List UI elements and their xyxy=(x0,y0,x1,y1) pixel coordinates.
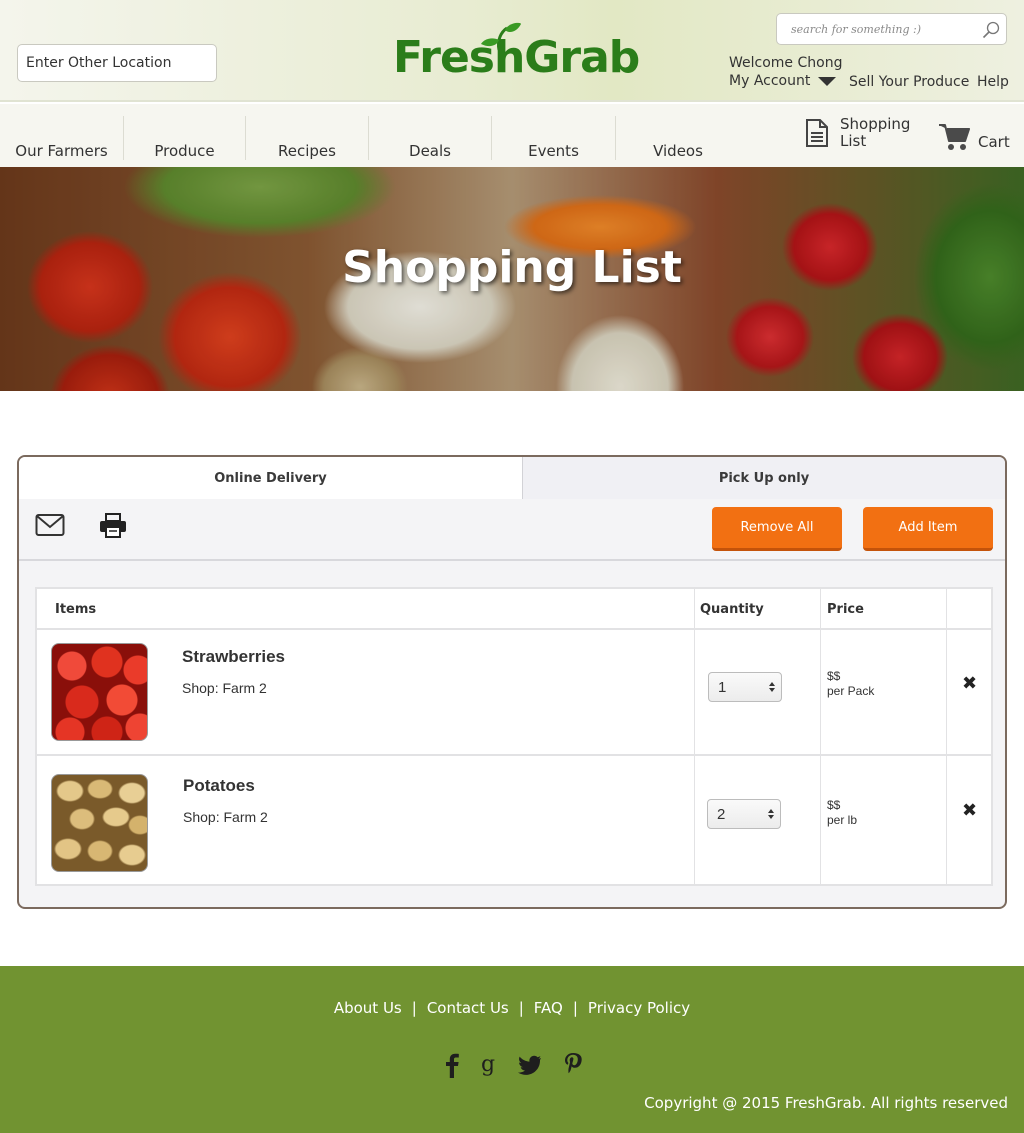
add-item-button[interactable]: Add Item xyxy=(863,507,993,551)
leaf-icon xyxy=(481,22,521,51)
row-divider xyxy=(37,628,991,630)
copyright-text: Copyright @ 2015 FreshGrab. All rights r… xyxy=(644,1094,1008,1112)
quantity-input[interactable] xyxy=(709,673,765,701)
freshgrab-logo[interactable]: FreshGrab xyxy=(393,22,640,90)
printer-icon[interactable] xyxy=(99,513,127,539)
arrow-up-icon[interactable] xyxy=(769,682,775,686)
column-header-items: Items xyxy=(55,601,97,617)
nav-item-videos[interactable]: Videos xyxy=(616,118,740,162)
item-shop: Shop: Farm 2 xyxy=(183,809,268,825)
quantity-stepper[interactable] xyxy=(708,672,782,702)
column-divider xyxy=(946,589,947,884)
shopping-list-table: Items Quantity Price Strawberries Shop: … xyxy=(35,587,993,886)
column-header-price: Price xyxy=(827,601,864,617)
shopping-list-label: Shopping List xyxy=(840,115,911,150)
remove-item-icon[interactable]: ✖ xyxy=(962,673,977,694)
contact-us-link[interactable]: Contact Us xyxy=(427,999,509,1017)
shopping-list-link[interactable]: Shopping List xyxy=(804,116,910,150)
stepper-arrows[interactable] xyxy=(765,682,779,692)
footer-links: About Us | Contact Us | FAQ | Privacy Policy xyxy=(0,999,1024,1017)
cart-label: Cart xyxy=(978,133,1010,151)
search-box xyxy=(776,13,1007,45)
strawberries-thumbnail xyxy=(51,643,148,741)
nav-item-deals[interactable]: Deals xyxy=(369,118,491,162)
twitter-icon[interactable] xyxy=(518,1052,542,1078)
item-name[interactable]: Strawberries xyxy=(182,647,285,667)
nav-item-events[interactable]: Events xyxy=(492,118,615,162)
tab-pick-up-only[interactable]: Pick Up only xyxy=(523,457,1005,499)
pinterest-icon[interactable] xyxy=(563,1052,583,1078)
privacy-policy-link[interactable]: Privacy Policy xyxy=(588,999,690,1017)
location-input[interactable] xyxy=(17,44,217,82)
envelope-icon[interactable] xyxy=(35,513,65,537)
row-divider xyxy=(37,754,991,756)
hero-banner: Shopping List xyxy=(0,167,1024,391)
search-icon[interactable] xyxy=(982,21,1000,39)
document-icon xyxy=(806,119,828,147)
cart-icon xyxy=(939,124,970,150)
cart-link[interactable]: Cart xyxy=(938,122,1010,152)
arrow-down-icon[interactable] xyxy=(769,688,775,692)
my-account-label: My Account xyxy=(729,73,811,89)
arrow-up-icon[interactable] xyxy=(768,809,774,813)
nav-item-recipes[interactable]: Recipes xyxy=(246,118,368,162)
list-toolbar: Remove All Add Item xyxy=(19,499,1005,561)
arrow-down-icon[interactable] xyxy=(768,815,774,819)
search-input[interactable] xyxy=(777,14,977,44)
separator: | xyxy=(518,999,524,1017)
faq-link[interactable]: FAQ xyxy=(534,999,563,1017)
nav-item-our-farmers[interactable]: Our Farmers xyxy=(0,118,123,162)
nav-item-produce[interactable]: Produce xyxy=(124,118,245,162)
main-nav: Our Farmers Produce Recipes Deals Events… xyxy=(0,104,1024,167)
stepper-arrows[interactable] xyxy=(764,809,778,819)
column-divider xyxy=(820,589,821,884)
site-header: FreshGrab Welcome Chong My Account Sell … xyxy=(0,0,1024,102)
separator: | xyxy=(411,999,417,1017)
separator: | xyxy=(572,999,578,1017)
help-link[interactable]: Help xyxy=(977,74,1009,90)
delivery-tabs: Online Delivery Pick Up only xyxy=(19,457,1005,499)
shopping-list-panel: Online Delivery Pick Up only Remove All … xyxy=(17,455,1007,909)
column-header-quantity: Quantity xyxy=(700,601,764,617)
item-price: $$ per Pack xyxy=(827,669,875,698)
potatoes-thumbnail xyxy=(51,774,148,872)
column-divider xyxy=(694,589,695,884)
quantity-stepper[interactable] xyxy=(707,799,781,829)
about-us-link[interactable]: About Us xyxy=(334,999,402,1017)
welcome-text: Welcome Chong xyxy=(729,55,843,71)
tab-online-delivery[interactable]: Online Delivery xyxy=(19,457,523,499)
quantity-input[interactable] xyxy=(708,800,764,828)
page-title: Shopping List xyxy=(342,242,682,293)
site-footer: About Us | Contact Us | FAQ | Privacy Policy g… xyxy=(0,966,1024,1133)
item-shop: Shop: Farm 2 xyxy=(182,680,267,696)
google-plus-icon[interactable]: g xyxy=(480,1052,498,1078)
facebook-icon[interactable] xyxy=(444,1052,460,1078)
svg-text:g: g xyxy=(481,1052,495,1077)
remove-item-icon[interactable]: ✖ xyxy=(962,800,977,821)
caret-down-icon xyxy=(818,76,837,86)
item-price: $$ per lb xyxy=(827,798,858,827)
my-account-dropdown[interactable]: My Account xyxy=(729,73,837,89)
sell-produce-link[interactable]: Sell Your Produce xyxy=(849,74,969,90)
remove-all-button[interactable]: Remove All xyxy=(712,507,842,551)
item-name[interactable]: Potatoes xyxy=(183,776,255,796)
